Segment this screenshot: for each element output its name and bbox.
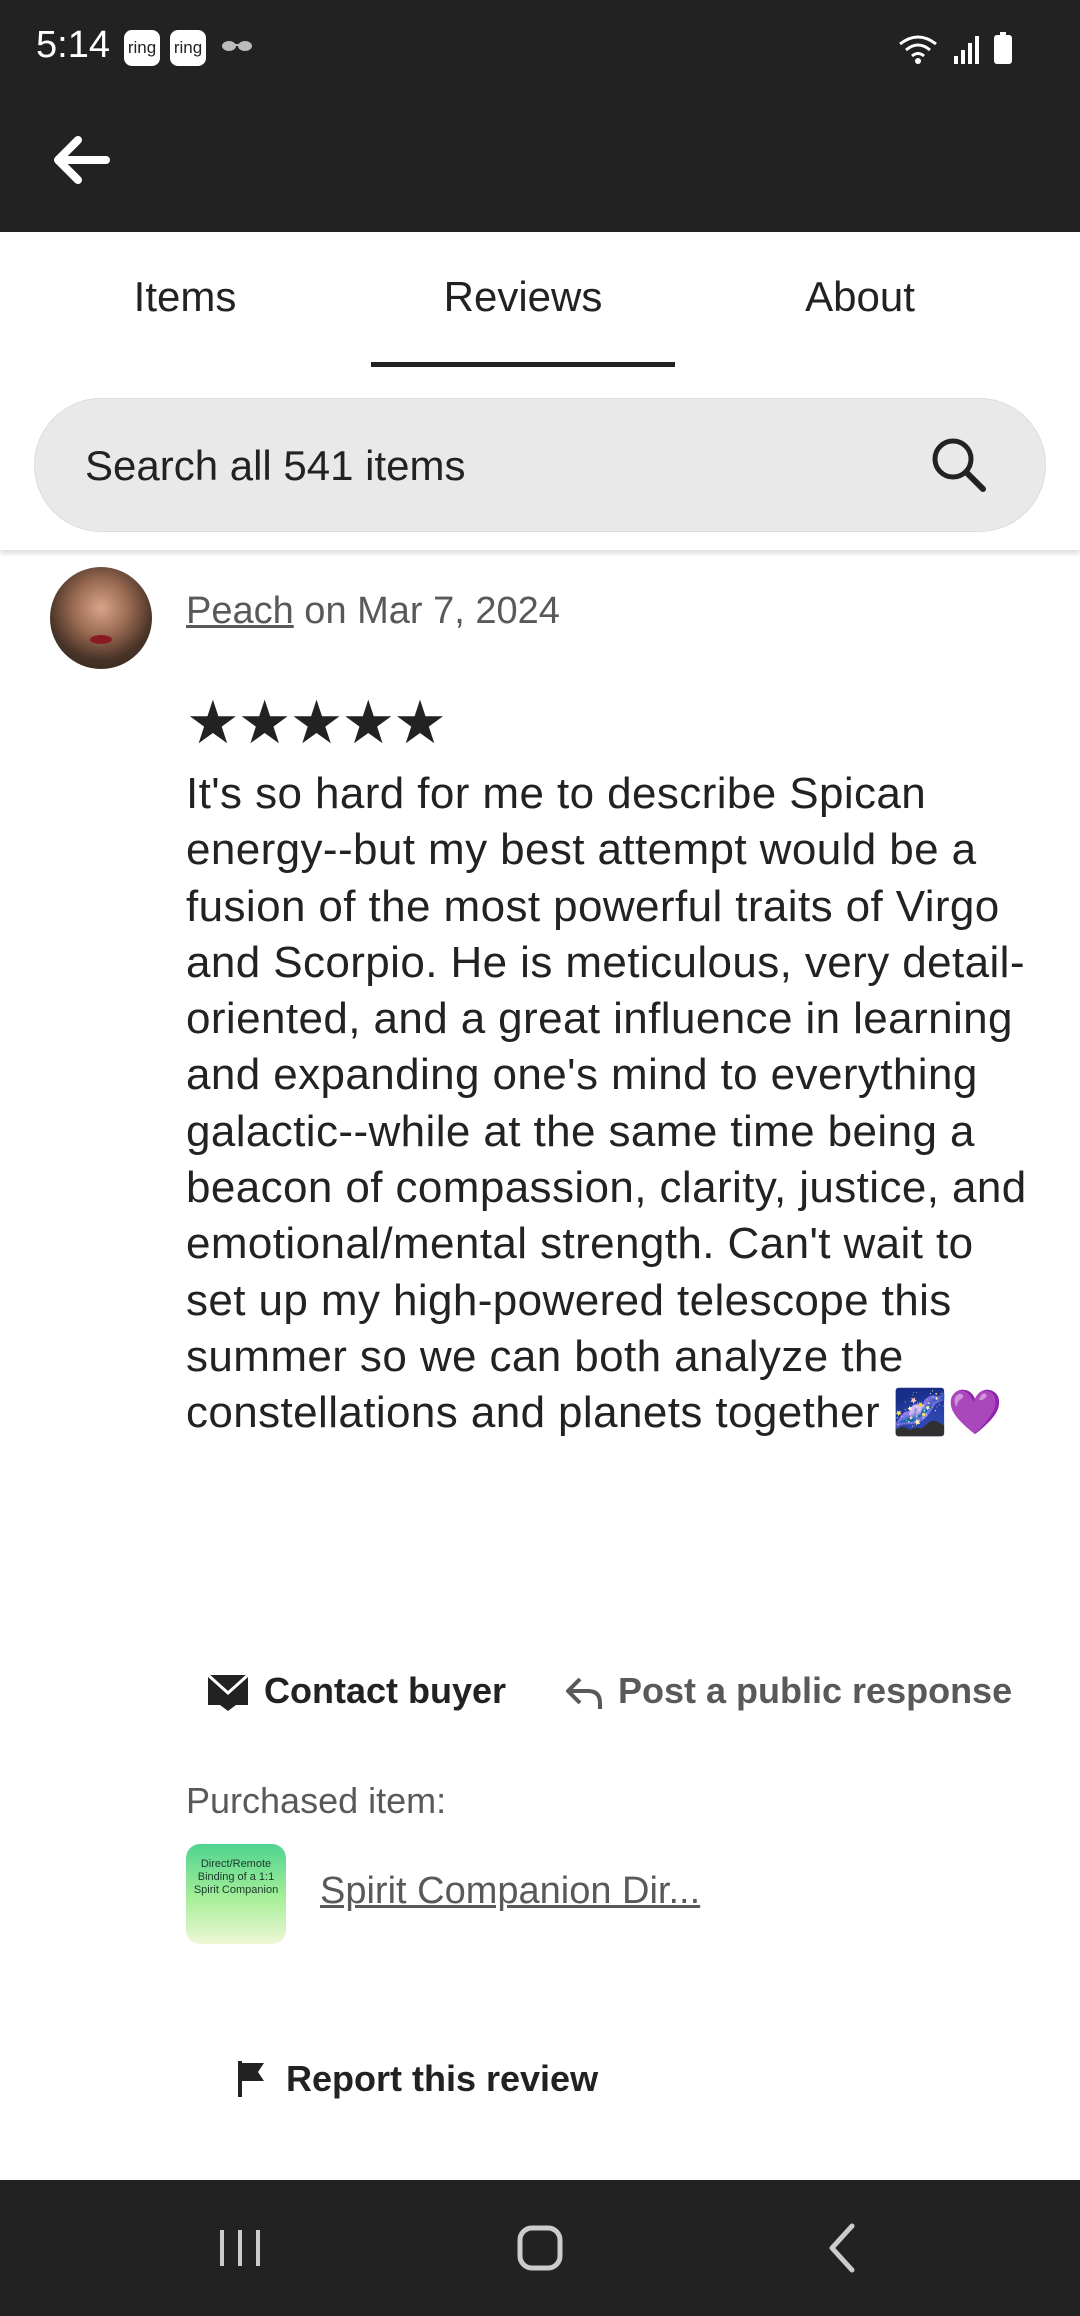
signal-icon <box>954 36 979 64</box>
ring-notification-icon-2: ring <box>170 30 206 66</box>
mail-icon <box>206 1673 250 1711</box>
tab-bar: Items Reviews About <box>0 232 1080 370</box>
status-time: 5:14 <box>36 24 110 66</box>
search-area <box>0 370 1080 550</box>
search-bar <box>34 398 1046 533</box>
back-arrow-icon[interactable] <box>46 126 114 194</box>
active-tab-indicator <box>371 362 675 367</box>
review-date: on Mar 7, 2024 <box>293 590 560 632</box>
contact-buyer-label: Contact buyer <box>264 1670 507 1711</box>
star-rating: ★★★★★ <box>186 689 447 756</box>
app-bar <box>0 96 1080 232</box>
purchased-item-link[interactable]: Spirit Companion Dir... <box>320 1870 700 1913</box>
home-icon[interactable] <box>510 2218 570 2278</box>
tab-reviews[interactable]: Reviews <box>371 232 675 370</box>
wifi-icon <box>899 35 937 58</box>
back-nav-icon[interactable] <box>814 2218 874 2278</box>
reviewer-avatar[interactable] <box>50 567 152 669</box>
status-bar: 5:14 ring ring <box>0 0 1080 96</box>
review-meta: Peach on Mar 7, 2024 <box>186 590 560 633</box>
reply-icon <box>566 1677 602 1709</box>
status-icons <box>896 30 1046 71</box>
contact-buyer-button[interactable]: Contact buyer <box>206 1668 506 1714</box>
review-body: It's so hard for me to describe Spican e… <box>186 769 1027 1438</box>
public-response-label: Post a public response <box>618 1670 1013 1711</box>
recent-apps-icon[interactable] <box>210 2218 270 2278</box>
report-review-button[interactable]: Report this review <box>236 2058 598 2100</box>
tab-items[interactable]: Items <box>33 232 337 370</box>
flag-icon <box>238 2061 264 2097</box>
ring-notification-icon: ring <box>124 30 160 66</box>
purchased-item-label: Purchased item: <box>186 1780 447 1821</box>
search-input[interactable] <box>83 399 907 533</box>
report-review-label: Report this review <box>286 2058 599 2099</box>
glasses-icon <box>222 41 252 51</box>
battery-icon <box>994 32 1012 64</box>
system-nav-bar <box>0 2180 1080 2316</box>
tab-about[interactable]: About <box>708 232 1012 370</box>
public-response-button[interactable]: Post a public response <box>562 1668 1012 1714</box>
reviewer-name-link[interactable]: Peach <box>186 590 294 632</box>
search-icon[interactable] <box>929 435 989 495</box>
purchased-item-thumbnail[interactable]: Direct/Remote Binding of a 1:1 Spirit Co… <box>186 1844 286 1944</box>
